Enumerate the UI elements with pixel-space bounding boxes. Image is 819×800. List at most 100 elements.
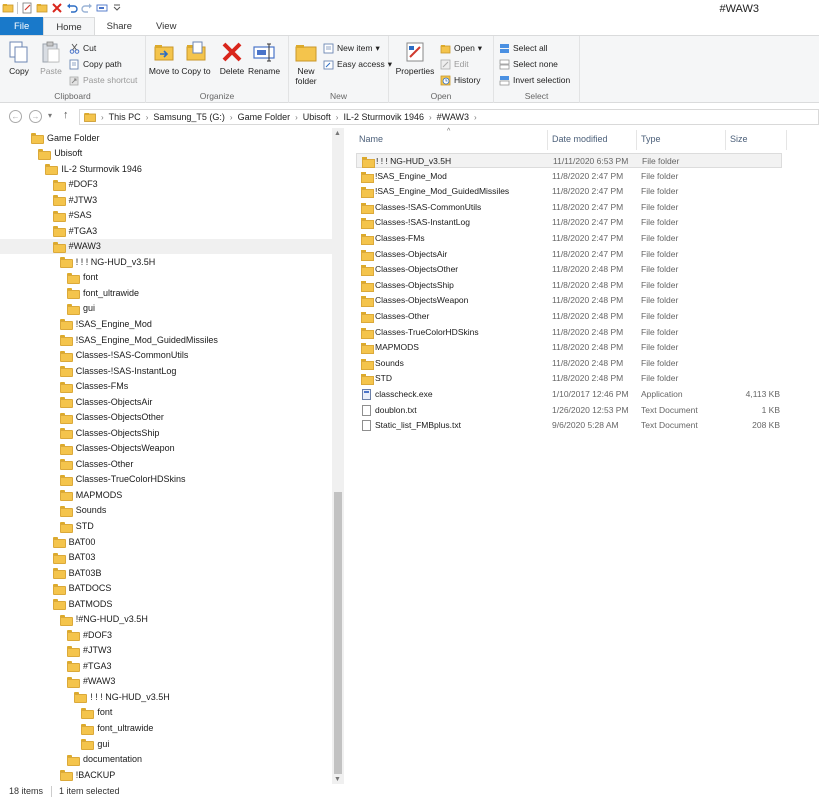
new-folder-button[interactable]: New folder: [290, 40, 322, 86]
file-row[interactable]: classcheck.exe 1/10/2017 12:46 PM Applicat…: [356, 387, 782, 402]
file-row[interactable]: Sounds 11/8/2020 2:48 PM File folder: [356, 356, 782, 371]
tree-item[interactable]: Classes-FMs: [0, 379, 332, 394]
copy-path-button[interactable]: Copy path: [69, 57, 122, 71]
tree-item[interactable]: #WAW3: [0, 674, 332, 689]
tree-item[interactable]: #JTW3: [0, 643, 332, 658]
file-row[interactable]: Classes-TrueColorHDSkins 11/8/2020 2:48 P…: [356, 325, 782, 340]
edit-button[interactable]: Edit: [440, 57, 469, 71]
tree-item[interactable]: BATDOCS: [0, 581, 332, 596]
file-row[interactable]: Classes-ObjectsAir 11/8/2020 2:47 PM File …: [356, 247, 782, 262]
rename-button[interactable]: Rename: [248, 40, 280, 76]
tree-item[interactable]: Classes-ObjectsWeapon: [0, 441, 332, 456]
paste-shortcut-button[interactable]: Paste shortcut: [69, 73, 137, 87]
properties-button[interactable]: Properties: [395, 40, 435, 76]
tree-item[interactable]: BATMODS: [0, 596, 332, 611]
new-folder-icon[interactable]: [36, 2, 48, 14]
tree-item[interactable]: IL-2 Sturmovik 1946: [0, 161, 332, 176]
cut-button[interactable]: Cut: [69, 41, 96, 55]
tree-item[interactable]: #WAW3: [0, 238, 332, 254]
chevron-right-icon[interactable]: ›: [295, 113, 298, 122]
tree-item[interactable]: #DOF3: [0, 627, 332, 642]
chevron-right-icon[interactable]: ›: [336, 113, 339, 122]
tree-item[interactable]: BAT03: [0, 550, 332, 565]
tree-item[interactable]: font_ultrawide: [0, 285, 332, 300]
file-row[interactable]: Classes-ObjectsShip 11/8/2020 2:48 PM File…: [356, 278, 782, 293]
tree-item[interactable]: #TGA3: [0, 223, 332, 238]
tree-item[interactable]: #DOF3: [0, 177, 332, 192]
tree-item[interactable]: documentation: [0, 752, 332, 767]
tree-item[interactable]: Classes-Other: [0, 456, 332, 471]
tab-share[interactable]: Share: [95, 17, 144, 36]
column-date-modified[interactable]: Date modified: [552, 134, 608, 144]
tab-home[interactable]: Home: [43, 17, 95, 36]
file-row[interactable]: !SAS_Engine_Mod_GuidedMissiles 11/8/2020 …: [356, 184, 782, 199]
tree-item[interactable]: #TGA3: [0, 658, 332, 673]
file-row[interactable]: Classes-ObjectsOther 11/8/2020 2:48 PM Fil…: [356, 262, 782, 277]
delete-button[interactable]: Delete: [216, 40, 248, 76]
invert-selection-button[interactable]: Invert selection: [499, 73, 570, 87]
undo-icon[interactable]: [66, 2, 78, 14]
tree-item[interactable]: Ubisoft: [0, 146, 332, 161]
tree-item[interactable]: Sounds: [0, 503, 332, 518]
breadcrumb-game-folder[interactable]: Game Folder: [238, 112, 291, 122]
scroll-down-icon[interactable]: ▼: [334, 776, 341, 783]
file-row[interactable]: Classes-!SAS-CommonUtils 11/8/2020 2:47 P…: [356, 200, 782, 215]
tree-item[interactable]: STD: [0, 519, 332, 534]
properties-icon[interactable]: [21, 2, 33, 14]
redo-icon[interactable]: [81, 2, 93, 14]
tree-item[interactable]: #JTW3: [0, 192, 332, 207]
select-all-button[interactable]: Select all: [499, 41, 548, 55]
file-row[interactable]: Classes-!SAS-InstantLog 11/8/2020 2:47 PM…: [356, 215, 782, 230]
file-row[interactable]: MAPMODS 11/8/2020 2:48 PM File folder: [356, 340, 782, 355]
tree-item[interactable]: Game Folder: [0, 130, 332, 145]
tree-item[interactable]: Classes-ObjectsAir: [0, 394, 332, 409]
chevron-right-icon[interactable]: ›: [474, 113, 477, 122]
recent-locations-dropdown[interactable]: ▾: [48, 111, 52, 120]
tree-item[interactable]: !SAS_Engine_Mod_GuidedMissiles: [0, 332, 332, 347]
breadcrumb-waw3[interactable]: #WAW3: [437, 112, 469, 122]
tree-item[interactable]: #SAS: [0, 208, 332, 223]
tree-item[interactable]: !#NG-HUD_v3.5H: [0, 612, 332, 627]
tree-item[interactable]: Classes-TrueColorHDSkins: [0, 472, 332, 487]
breadcrumb-samsung-t5[interactable]: Samsung_T5 (G:): [153, 112, 225, 122]
easy-access-button[interactable]: Easy access ▾: [323, 57, 392, 71]
navigation-pane-scrollbar[interactable]: ▲ ▼: [332, 128, 344, 785]
breadcrumb-il2[interactable]: IL-2 Sturmovik 1946: [343, 112, 424, 122]
file-row[interactable]: doublon.txt 1/26/2020 12:53 PM Text Docume…: [356, 403, 782, 418]
tree-item[interactable]: Classes-ObjectsShip: [0, 425, 332, 440]
address-bar[interactable]: › This PC › Samsung_T5 (G:) › Game Folde…: [79, 109, 819, 125]
tree-item[interactable]: font: [0, 705, 332, 720]
column-type[interactable]: Type: [641, 134, 661, 144]
file-row[interactable]: Static_list_FMBplus.txt 9/6/2020 5:28 AM T…: [356, 418, 782, 433]
file-row[interactable]: ! ! ! NG-HUD_v3.5H 11/11/2020 6:53 PM File…: [356, 153, 782, 168]
breadcrumb-ubisoft[interactable]: Ubisoft: [303, 112, 331, 122]
tree-item[interactable]: !BACKUP: [0, 767, 332, 782]
rename-icon[interactable]: [96, 2, 108, 14]
copy-button[interactable]: Copy: [3, 40, 35, 76]
history-button[interactable]: History: [440, 73, 480, 87]
chevron-right-icon[interactable]: ›: [429, 113, 432, 122]
tree-item[interactable]: ! ! ! NG-HUD_v3.5H: [0, 689, 332, 704]
file-row[interactable]: Classes-Other 11/8/2020 2:48 PM File folde…: [356, 309, 782, 324]
scroll-up-icon[interactable]: ▲: [334, 130, 341, 137]
tree-item[interactable]: font: [0, 270, 332, 285]
paste-button[interactable]: Paste: [35, 40, 67, 76]
scrollbar-thumb[interactable]: [334, 492, 342, 774]
tree-item[interactable]: gui: [0, 736, 332, 751]
back-button[interactable]: ←: [9, 110, 22, 123]
select-none-button[interactable]: Select none: [499, 57, 558, 71]
tree-item[interactable]: !SAS_Engine_Mod: [0, 316, 332, 331]
file-row[interactable]: Classes-FMs 11/8/2020 2:47 PM File folder: [356, 231, 782, 246]
chevron-right-icon[interactable]: ›: [230, 113, 233, 122]
customize-dropdown-icon[interactable]: [111, 2, 123, 14]
column-name[interactable]: Name: [359, 134, 383, 144]
tab-view[interactable]: View: [144, 17, 188, 36]
tree-item[interactable]: ! ! ! NG-HUD_v3.5H: [0, 254, 332, 269]
tree-item[interactable]: Classes-ObjectsOther: [0, 410, 332, 425]
forward-button[interactable]: →: [29, 110, 42, 123]
move-to-button[interactable]: Move to: [148, 40, 180, 76]
file-row[interactable]: STD 11/8/2020 2:48 PM File folder: [356, 371, 782, 386]
new-item-button[interactable]: New item ▾: [323, 41, 380, 55]
tab-file[interactable]: File: [0, 17, 44, 36]
column-size[interactable]: Size: [730, 134, 748, 144]
